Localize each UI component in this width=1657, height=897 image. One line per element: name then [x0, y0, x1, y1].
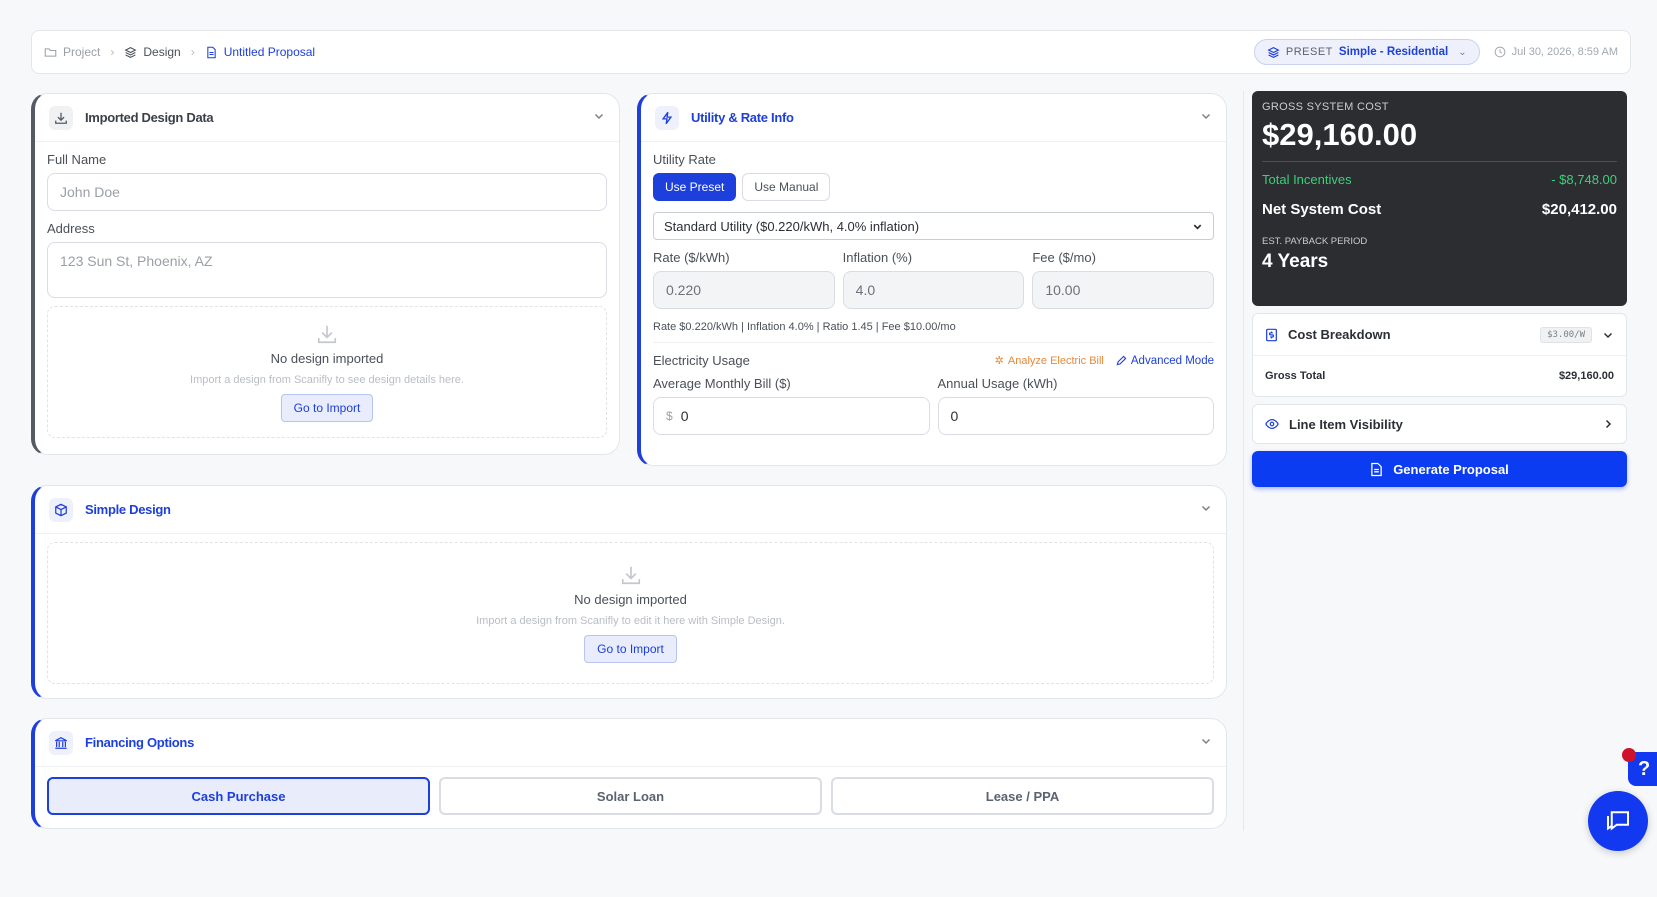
chat-icon — [1607, 811, 1629, 831]
card-title: Utility & Rate Info — [691, 110, 794, 125]
generate-proposal-button[interactable]: Generate Proposal — [1252, 451, 1627, 487]
cash-purchase-button[interactable]: Cash Purchase — [47, 777, 430, 815]
eye-icon — [1265, 419, 1279, 429]
breadcrumb-project[interactable]: Project — [44, 45, 100, 59]
full-name-label: Full Name — [47, 152, 107, 167]
utility-header[interactable]: Utility & Rate Info — [641, 94, 1226, 142]
net-cost-label: Net System Cost — [1262, 201, 1382, 218]
breadcrumb-separator: › — [190, 45, 195, 59]
line-item-visibility-panel[interactable]: Line Item Visibility — [1252, 404, 1627, 444]
gross-cost-label: GROSS SYSTEM COST — [1262, 101, 1389, 113]
electricity-usage-label: Electricity Usage — [653, 353, 750, 368]
cost-breakdown-header[interactable]: Cost Breakdown $3.00/W — [1253, 314, 1626, 356]
net-cost-value: $20,412.00 — [1541, 201, 1617, 218]
clock-icon — [1494, 46, 1505, 58]
inflation-label: Inflation (%) — [842, 250, 913, 265]
divider — [1262, 161, 1617, 162]
document-icon — [207, 46, 216, 58]
gross-cost-value: $29,160.00 — [1262, 117, 1418, 152]
go-to-import-button[interactable]: Go to Import — [584, 634, 677, 663]
go-to-import-button[interactable]: Go to Import — [280, 393, 374, 422]
solar-loan-button[interactable]: Solar Loan — [439, 777, 822, 815]
dollar-document-icon — [1266, 328, 1277, 341]
chevron-down-icon[interactable] — [1200, 110, 1212, 125]
chevron-down-icon: ⌄ — [1458, 46, 1467, 58]
card-title: Financing Options — [85, 735, 195, 750]
inflation-input[interactable]: 4.0 — [842, 271, 1025, 309]
utility-card: Utility & Rate Info Utility Rate Use Pre… — [637, 93, 1227, 466]
payback-value: 4 Years — [1262, 251, 1329, 272]
rate-summary: Rate $0.220/kWh | Inflation 4.0% | Ratio… — [653, 321, 1214, 343]
timestamp: Jul 30, 2026, 8:59 AM — [1494, 46, 1618, 58]
gross-total-row: Gross Total $29,160.00 — [1265, 370, 1614, 382]
incentives-label: Total Incentives — [1262, 172, 1352, 187]
full-name-input[interactable]: John Doe — [47, 173, 607, 211]
pencil-icon — [1116, 355, 1127, 366]
chat-button[interactable] — [1588, 791, 1648, 851]
layers-icon — [1267, 46, 1280, 58]
cost-breakdown-panel: Cost Breakdown $3.00/W Gross Total $29,1… — [1252, 313, 1627, 397]
imported-design-header[interactable]: Imported Design Data — [35, 94, 619, 142]
download-icon — [49, 105, 73, 130]
top-bar: Project › Design › Untitled Proposal PRE… — [31, 30, 1631, 74]
price-per-watt-tag: $3.00/W — [1540, 326, 1592, 343]
empty-subtitle: Import a design from Scanifly to see des… — [190, 373, 464, 386]
cost-summary-panel: GROSS SYSTEM COST $29,160.00 Total Incen… — [1252, 91, 1627, 306]
notification-dot — [1622, 748, 1636, 762]
chevron-down-icon[interactable] — [1200, 502, 1212, 517]
folder-icon — [44, 47, 57, 57]
breadcrumb-proposal[interactable]: Untitled Proposal — [205, 45, 315, 59]
utility-preset-select[interactable]: Standard Utility ($0.220/kWh, 4.0% infla… — [653, 212, 1214, 240]
layers-icon — [124, 46, 137, 58]
chevron-right-icon — [1605, 419, 1612, 429]
empty-design-box: No design imported Import a design from … — [47, 542, 1214, 684]
bank-icon — [49, 730, 73, 755]
monthly-bill-input[interactable]: $ 0 — [653, 397, 930, 435]
advanced-mode-link[interactable]: Advanced Mode — [1116, 355, 1214, 367]
annual-usage-label: Annual Usage (kWh) — [937, 376, 1058, 391]
fee-label: Fee ($/mo) — [1032, 250, 1096, 265]
rate-input[interactable]: 0.220 — [653, 271, 835, 309]
empty-subtitle: Import a design from Scanifly to edit it… — [476, 614, 785, 627]
card-title: Simple Design — [85, 502, 171, 517]
breadcrumb-design[interactable]: Design — [124, 45, 181, 59]
chevron-down-icon[interactable] — [593, 110, 605, 125]
cube-icon — [49, 497, 73, 522]
payback-label: EST. PAYBACK PERIOD — [1262, 236, 1368, 247]
download-icon — [317, 325, 337, 343]
lease-ppa-button[interactable]: Lease / PPA — [831, 777, 1214, 815]
chevron-down-icon — [1193, 224, 1202, 230]
use-manual-button[interactable]: Use Manual — [742, 173, 831, 201]
download-icon — [621, 566, 640, 584]
rate-label: Rate ($/kWh) — [653, 250, 730, 265]
chevron-down-icon — [1603, 332, 1613, 338]
address-input[interactable]: 123 Sun St, Phoenix, AZ — [47, 242, 607, 298]
fee-input[interactable]: 10.00 — [1032, 271, 1215, 309]
utility-rate-label: Utility Rate — [653, 152, 716, 167]
empty-title: No design imported — [270, 350, 384, 366]
monthly-bill-label: Average Monthly Bill ($) — [653, 376, 791, 391]
breadcrumb-separator: › — [110, 45, 115, 59]
card-title: Imported Design Data — [85, 110, 214, 125]
incentives-value: - $8,748.00 — [1551, 172, 1617, 187]
preset-selector[interactable]: PRESET Simple - Residential ⌄ — [1253, 39, 1480, 65]
address-label: Address — [47, 221, 95, 236]
annual-usage-input[interactable]: 0 — [937, 397, 1214, 435]
document-icon — [1371, 462, 1382, 476]
analyze-bill-link[interactable]: ✲ Analyze Electric Bill — [994, 354, 1104, 368]
chevron-down-icon[interactable] — [1200, 735, 1212, 750]
empty-design-box: No design imported Import a design from … — [47, 306, 607, 438]
use-preset-button[interactable]: Use Preset — [653, 173, 737, 201]
lightning-icon — [655, 105, 679, 130]
sparkle-icon: ✲ — [994, 355, 1004, 367]
simple-design-header[interactable]: Simple Design — [35, 486, 1226, 534]
imported-design-card: Imported Design Data Full Name John Doe … — [31, 93, 620, 455]
empty-title: No design imported — [574, 591, 687, 607]
financing-card: Financing Options Cash Purchase Solar Lo… — [31, 718, 1227, 829]
financing-header[interactable]: Financing Options — [35, 719, 1226, 767]
simple-design-card: Simple Design No design imported Import … — [31, 485, 1227, 699]
column-divider — [1243, 91, 1244, 831]
